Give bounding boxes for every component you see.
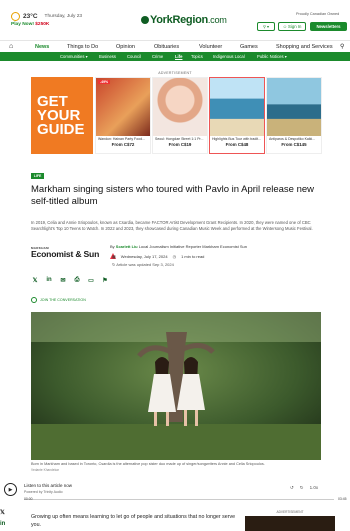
nav-item-news[interactable]: News — [35, 44, 49, 50]
site-logo[interactable]: YorkRegion.com — [141, 14, 227, 26]
linkedin-share-icon[interactable]: in — [45, 276, 53, 284]
get-your-guide-banner[interactable]: GET YOUR GUIDE — [31, 77, 93, 154]
nav-item-games[interactable]: Games — [240, 44, 258, 50]
ad-price: From C$145 — [281, 142, 307, 147]
join-conversation-label: JOIN THE CONVERSATION — [40, 298, 86, 302]
audio-progress-bar[interactable] — [24, 499, 334, 500]
subnav-indigenous-local[interactable]: Indigenous Local — [213, 54, 245, 59]
forward-icon[interactable]: ↻ — [300, 485, 304, 491]
banner-line-3: GUIDE — [37, 121, 85, 138]
audio-title: Listen to this article now — [24, 483, 73, 488]
ad-price: From C$72 — [111, 142, 135, 147]
publish-date: Wednesday, July 17, 2024 — [120, 254, 168, 259]
publication-name: Economist & Sun — [31, 249, 100, 259]
playback-speed[interactable]: 1.0x — [310, 485, 319, 491]
nav-item-obituaries[interactable]: Obituaries — [154, 44, 179, 50]
location-button[interactable]: ⚲ ▾ — [257, 22, 275, 31]
subnav-council[interactable]: Council — [127, 54, 141, 59]
promo-amount: $250K — [35, 22, 50, 27]
ad-image — [210, 78, 264, 136]
article-headline: Markham singing sisters who toured with … — [31, 184, 315, 207]
promo-prefix: Play Now! — [11, 22, 36, 27]
ad-card[interactable]: Antiparos & Despotiko Kaiki... From C$14… — [266, 77, 322, 154]
ad-card[interactable]: Highlights Bus Tour with tradit... From … — [209, 77, 265, 154]
play-icon: ▶ — [8, 486, 13, 493]
nav-item-things-to-do[interactable]: Things to Do — [67, 44, 98, 50]
sign-in-button[interactable]: ☺ Sign In — [278, 22, 306, 31]
section-tag[interactable]: LIFE — [31, 173, 44, 179]
read-time: 1 min to read — [181, 254, 205, 259]
nav-item-volunteer[interactable]: Volunteer — [199, 44, 222, 50]
ad-image — [96, 78, 150, 136]
x-share-icon[interactable]: 𝕏 — [31, 276, 39, 284]
main-nav: ⌂ News Things to Do Opinion Obituaries V… — [0, 40, 350, 52]
subnav-life[interactable]: Life — [175, 54, 182, 59]
sidebar-advertisement-label: ADVERTISEMENT — [276, 510, 304, 514]
clock-icon: ◷ — [172, 254, 177, 259]
join-conversation-link[interactable]: JOIN THE CONVERSATION — [31, 297, 86, 303]
author-role: Local Journalism Initiative Reporter Mar… — [137, 244, 247, 249]
play-button[interactable]: ▶ — [4, 483, 17, 496]
home-icon[interactable]: ⌂ — [9, 43, 13, 50]
x-share-sidebar-icon[interactable]: 𝕏 — [0, 509, 5, 516]
article-photo[interactable] — [31, 312, 321, 460]
nav-item-shopping[interactable]: Shopping and Services — [276, 44, 333, 50]
byline: By Scarlett Liu Local Journalism Initiat… — [110, 244, 247, 249]
share-bar: 𝕏 in ✉ ⎙ ▭ ⚑ — [31, 276, 109, 284]
audio-time-total: 03:45 — [338, 497, 347, 501]
subnav-business[interactable]: Business — [99, 54, 116, 59]
sub-nav: Communities ▾ Business Council Crime Lif… — [0, 52, 350, 61]
linkedin-share-sidebar-icon[interactable]: in — [0, 521, 5, 527]
photo-caption: Born in Markham and based in Toronto, Cs… — [31, 462, 265, 466]
weather-widget[interactable]: 23°C Thursday, July 23 — [11, 12, 82, 21]
ad-price: From C$48 — [225, 142, 249, 147]
photo-illustration — [31, 312, 321, 460]
audio-controls: ↺ ↻ 1.0x — [290, 485, 318, 491]
advertisement-label: ADVERTISEMENT — [158, 71, 192, 75]
email-share-icon[interactable]: ✉ — [59, 276, 67, 284]
publication-logo[interactable]: MARKHAM Economist & Sun — [31, 246, 99, 259]
nav-item-opinion[interactable]: Opinion — [116, 44, 135, 50]
sun-icon — [11, 12, 20, 21]
sidebar-ad[interactable] — [245, 516, 335, 531]
temperature: 23°C — [23, 13, 38, 20]
bookmark-icon[interactable]: ⚑ — [101, 276, 109, 284]
logo-suffix: .com — [207, 15, 227, 25]
subnav-topics[interactable]: Topics — [191, 54, 203, 59]
ad-card[interactable]: Seoul: Hongdae Street 1:1 Pr... From C$1… — [152, 77, 208, 154]
photo-credit: Vedante Khandekar — [31, 468, 60, 472]
print-icon[interactable]: ⎙ — [73, 276, 81, 284]
copy-link-icon[interactable]: ▭ — [87, 276, 95, 284]
author-link[interactable]: Scarlett Liu — [116, 244, 138, 249]
comment-icon — [31, 297, 37, 303]
subnav-crime[interactable]: Crime — [152, 54, 163, 59]
logo-mark-icon — [141, 16, 149, 25]
discount-badge: -49% — [98, 80, 111, 84]
ad-price: From C$19 — [168, 142, 192, 147]
audio-time-current: 00:00 — [24, 497, 33, 501]
owned-label: Proudly Canadian Owned — [296, 12, 340, 16]
article-dek: In 2019, Celia and Annie Sriopoulos, kno… — [31, 220, 313, 231]
article-meta: ▦ Wednesday, July 17, 2024 ◷ 1 min to re… — [112, 254, 204, 259]
subnav-public-notices[interactable]: Public Notices ▾ — [257, 54, 287, 59]
rewind-icon[interactable]: ↺ — [290, 485, 294, 491]
newsletters-button[interactable]: Newsletters — [310, 22, 347, 31]
updated-note: ↻ Article was updated Sep 3, 2024 — [112, 262, 174, 267]
calendar-icon: ▦ — [112, 254, 116, 259]
sign-in-label: Sign In — [288, 24, 302, 29]
subnav-communities[interactable]: Communities ▾ — [60, 54, 88, 59]
ad-image — [267, 78, 321, 136]
ad-image — [153, 78, 207, 136]
article-paragraph: Growing up often means learning to let g… — [31, 514, 236, 528]
user-icon: ☺ — [282, 24, 287, 29]
current-date: Thursday, July 23 — [44, 14, 83, 19]
ad-card[interactable]: -49% Wandun: Hainan Party Food... From C… — [95, 77, 151, 154]
search-icon[interactable]: ⚲ — [340, 43, 344, 50]
audio-powered-by: Powered by Trinity Audio — [24, 490, 63, 494]
logo-text: YorkRegion — [150, 14, 208, 26]
location-pin-icon: ⚲ ▾ — [262, 24, 270, 29]
promo-link[interactable]: Play Now! $250K — [11, 22, 49, 27]
